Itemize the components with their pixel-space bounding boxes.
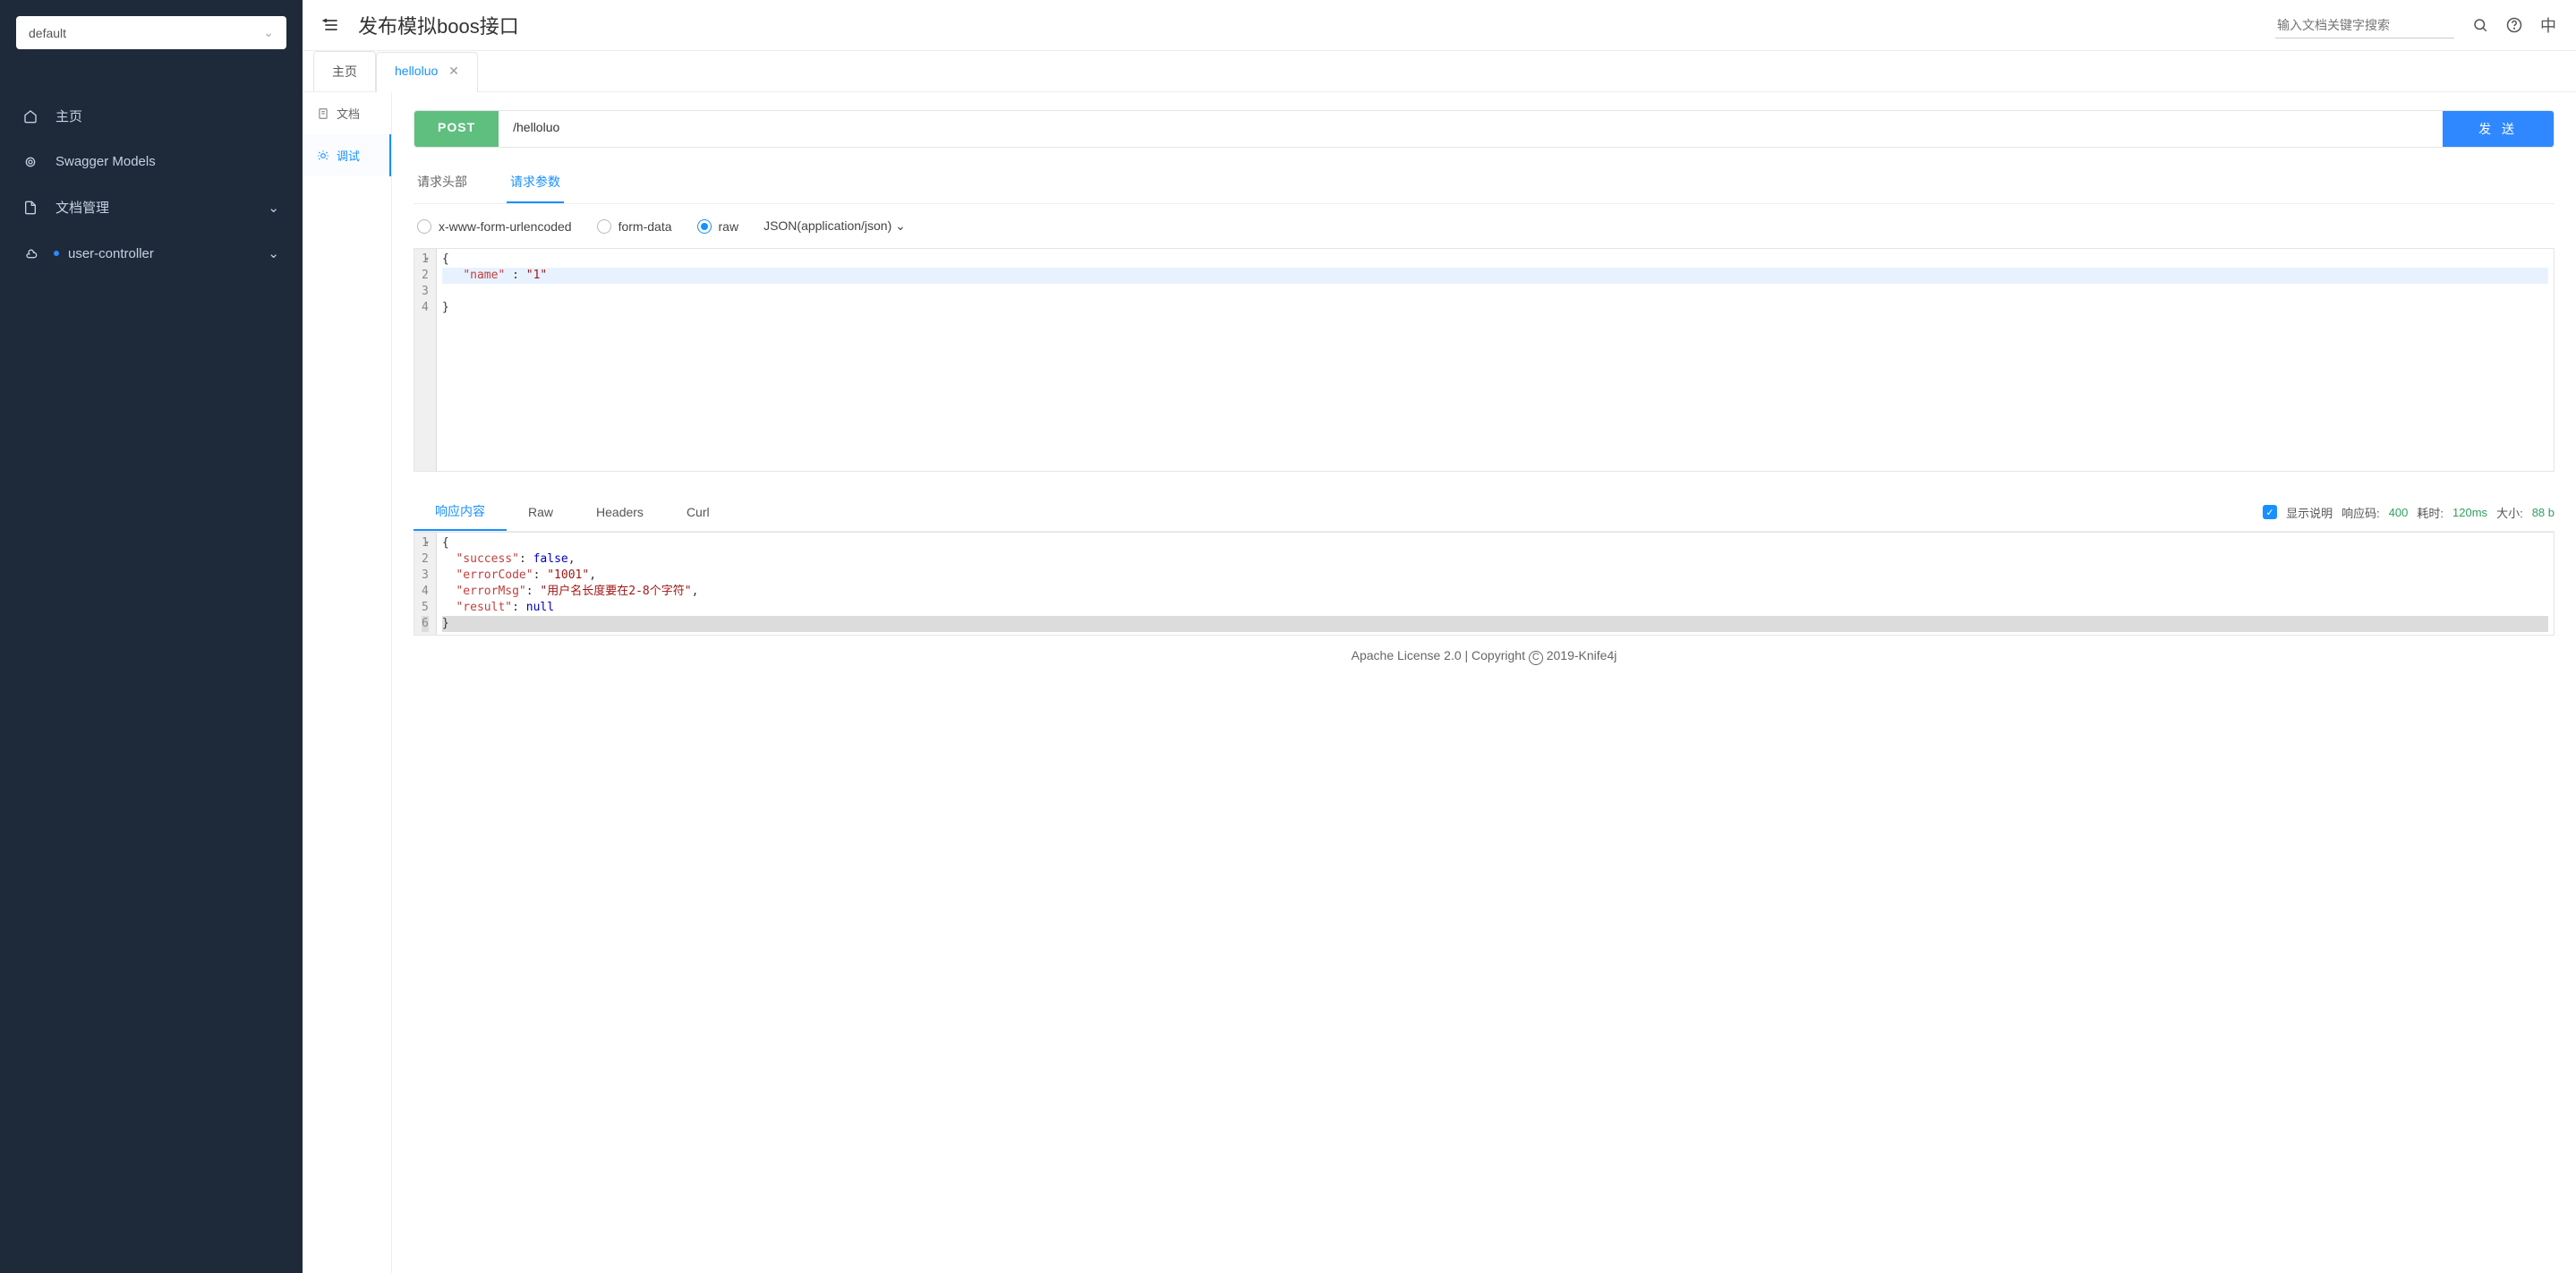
- language-toggle[interactable]: 中: [2540, 13, 2556, 37]
- resp-tab-curl[interactable]: Curl: [665, 496, 731, 528]
- rail-debug[interactable]: 调试: [303, 134, 391, 176]
- tab-home[interactable]: 主页: [313, 51, 376, 91]
- tabs-bar: 主页 helloluo ✕: [303, 51, 2576, 92]
- radio-label: x-www-form-urlencoded: [439, 219, 572, 234]
- radio-icon: [697, 219, 712, 234]
- request-bar: POST /helloluo 发 送: [414, 110, 2555, 148]
- chevron-down-icon: ⌄: [268, 200, 279, 216]
- bug-icon: [317, 150, 329, 162]
- active-dot-icon: [54, 251, 59, 256]
- line-gutter: 123456: [414, 533, 437, 635]
- size-value: 88 b: [2532, 506, 2555, 519]
- header: 发布模拟boos接口 中: [303, 0, 2576, 51]
- show-desc-label: 显示说明: [2286, 504, 2333, 521]
- api-group-value: default: [29, 26, 66, 40]
- resp-tab-raw[interactable]: Raw: [507, 496, 575, 528]
- tab-label: helloluo: [395, 64, 438, 78]
- rail-label: 文档: [337, 105, 360, 122]
- api-group-select[interactable]: default ⌄: [16, 16, 286, 49]
- home-icon: [23, 109, 43, 124]
- nav-label: 文档管理: [55, 198, 109, 217]
- request-body-editor[interactable]: 1234 { "name" : "1" }: [414, 248, 2555, 472]
- close-icon[interactable]: ✕: [448, 64, 459, 78]
- content-type-select[interactable]: JSON(application/json) ⌄: [763, 218, 906, 234]
- radio-raw[interactable]: raw: [697, 219, 739, 234]
- show-desc-checkbox[interactable]: ✓: [2263, 505, 2277, 519]
- status-value: 400: [2389, 506, 2409, 519]
- help-icon[interactable]: [2506, 17, 2522, 33]
- detail-rail: 文档 调试: [303, 92, 392, 1273]
- time-value: 120ms: [2452, 506, 2487, 519]
- radio-icon: [597, 219, 611, 234]
- nav-user-controller[interactable]: user-controller ⌄: [0, 231, 303, 276]
- nav-label: 主页: [55, 107, 82, 125]
- nav-swagger-models[interactable]: Swagger Models: [0, 140, 303, 184]
- chevron-down-icon: ⌄: [263, 25, 274, 40]
- chevron-down-icon: ⌄: [895, 218, 906, 233]
- cloud-icon: [23, 246, 43, 261]
- content-type-label: JSON(application/json): [763, 218, 891, 233]
- menu-toggle-icon[interactable]: [322, 16, 340, 34]
- request-url[interactable]: /helloluo: [499, 111, 2443, 147]
- send-button[interactable]: 发 送: [2443, 111, 2554, 147]
- time-label: 耗时:: [2417, 504, 2444, 521]
- subtab-params[interactable]: 请求参数: [507, 164, 564, 203]
- nav-home[interactable]: 主页: [0, 92, 303, 140]
- docs-icon: [23, 201, 43, 215]
- tab-label: 主页: [332, 64, 357, 79]
- rail-label: 调试: [337, 147, 360, 164]
- nav-doc-manage[interactable]: 文档管理 ⌄: [0, 184, 303, 231]
- search-input[interactable]: [2275, 13, 2454, 38]
- radio-label: form-data: [618, 219, 672, 234]
- status-label: 响应码:: [2341, 504, 2380, 521]
- footer-text: Apache License 2.0 | Copyright C 2019-Kn…: [1352, 648, 1617, 662]
- nav-label: user-controller: [68, 246, 154, 261]
- line-gutter: 1234: [414, 249, 437, 471]
- nav-label: Swagger Models: [55, 154, 156, 169]
- sidebar: default ⌄ 主页 Swagger Models 文: [0, 0, 303, 1273]
- http-method[interactable]: POST: [414, 111, 499, 147]
- radio-icon: [417, 219, 431, 234]
- tab-helloluo[interactable]: helloluo ✕: [376, 52, 478, 92]
- radio-label: raw: [719, 219, 739, 234]
- chevron-down-icon: ⌄: [268, 245, 279, 261]
- radio-formdata[interactable]: form-data: [597, 219, 672, 234]
- response-body-viewer[interactable]: 123456 { "success": false, "errorCode": …: [414, 532, 2555, 636]
- search-icon[interactable]: [2472, 17, 2488, 33]
- resp-tab-headers[interactable]: Headers: [575, 496, 665, 528]
- resp-tab-content[interactable]: 响应内容: [414, 493, 507, 531]
- footer: Apache License 2.0 | Copyright C 2019-Kn…: [414, 636, 2555, 678]
- document-icon: [317, 107, 329, 120]
- rail-doc[interactable]: 文档: [303, 92, 391, 134]
- page-title: 发布模拟boos接口: [358, 11, 519, 39]
- models-icon: [23, 155, 43, 169]
- radio-urlencoded[interactable]: x-www-form-urlencoded: [417, 219, 572, 234]
- subtab-headers[interactable]: 请求头部: [414, 164, 471, 203]
- size-label: 大小:: [2496, 504, 2523, 521]
